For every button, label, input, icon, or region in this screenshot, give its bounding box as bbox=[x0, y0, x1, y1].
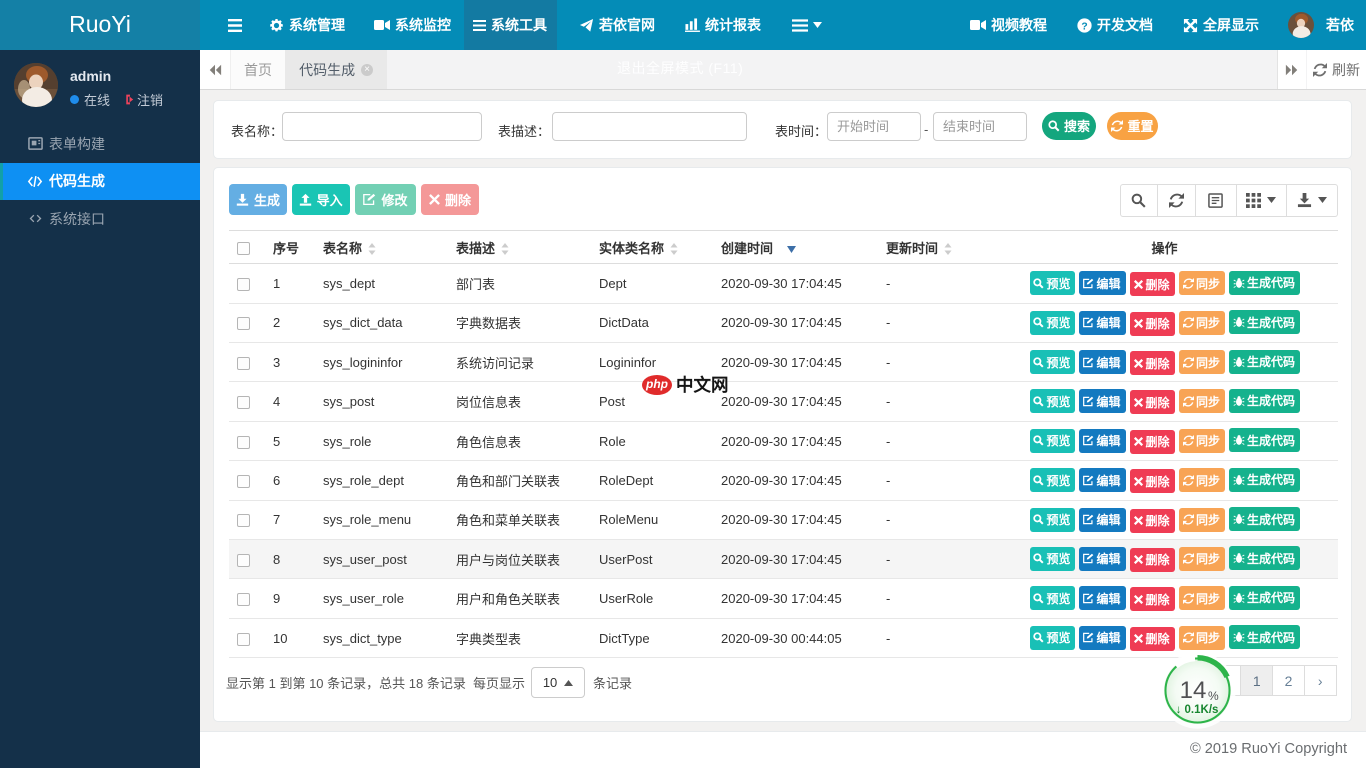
svg-text:↓ 0.1K/s: ↓ 0.1K/s bbox=[1176, 704, 1219, 716]
svg-text:?: ? bbox=[1081, 21, 1087, 32]
svg-text:%: % bbox=[1208, 689, 1219, 703]
svg-text:14: 14 bbox=[1180, 677, 1207, 704]
